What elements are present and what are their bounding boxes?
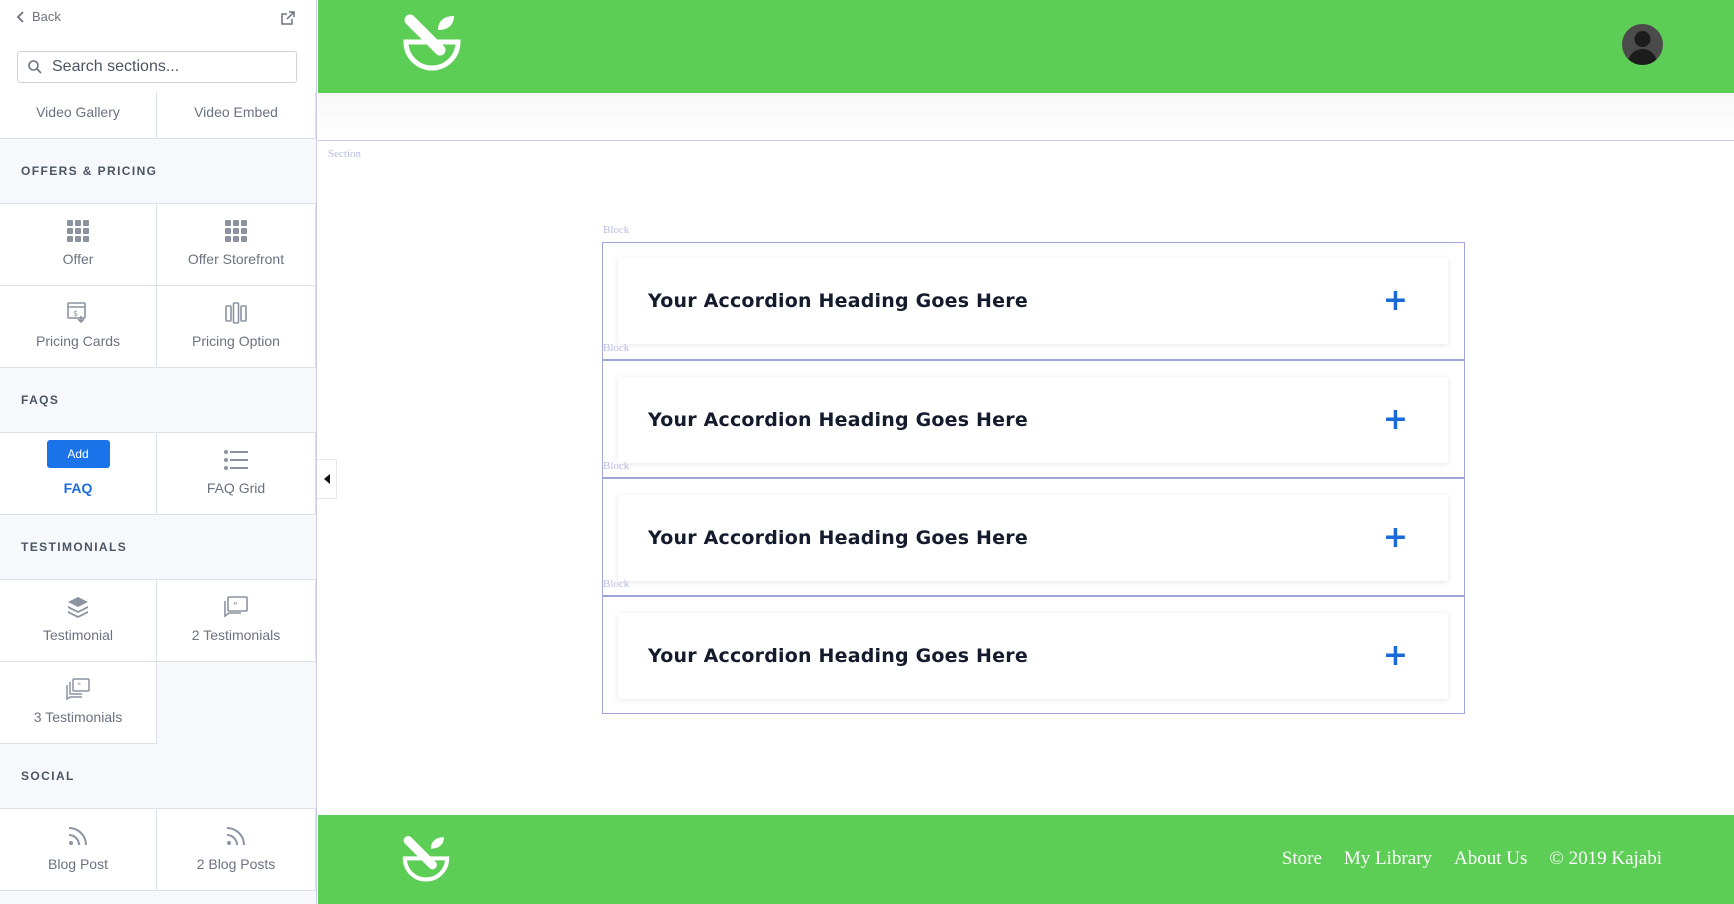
chevron-left-icon [16, 10, 24, 23]
header-spacer [318, 93, 1734, 141]
footer-link-about-us[interactable]: About Us [1454, 848, 1527, 870]
sidebar-item-label: 3 Testimonials [33, 709, 123, 725]
section-tile-testimonial[interactable]: Testimonial [0, 580, 157, 662]
section-tile-offer-storefront[interactable]: Offer Storefront [157, 204, 316, 286]
footer-link-my-library[interactable]: My Library [1344, 848, 1432, 870]
block-outline-label: Block [603, 460, 630, 472]
plus-icon[interactable]: + [1383, 405, 1408, 435]
sidebar-item-label: Video Embed [194, 104, 278, 120]
svg-text:": " [233, 601, 238, 612]
sidebar-item-label: Testimonial [42, 627, 114, 643]
caret-left-icon [323, 474, 330, 484]
accordion-item[interactable]: Your Accordion Heading Goes Here + [618, 258, 1448, 344]
page-preview: Section Block Your Accordion Heading Goe… [318, 0, 1734, 904]
plus-icon[interactable]: + [1383, 286, 1408, 316]
accordion-heading: Your Accordion Heading Goes Here [648, 290, 1028, 312]
plus-icon[interactable]: + [1383, 641, 1408, 671]
grid-icon [224, 219, 248, 243]
svg-text:$: $ [73, 309, 78, 318]
accordion-item[interactable]: Your Accordion Heading Goes Here + [618, 377, 1448, 463]
grid-icon [66, 219, 90, 243]
accordion-heading: Your Accordion Heading Goes Here [648, 409, 1028, 431]
list-icon [224, 448, 248, 472]
search-input[interactable] [52, 58, 282, 76]
accordion-block[interactable]: Your Accordion Heading Goes Here + [602, 478, 1465, 596]
sidebar-item-label: Blog Post [48, 856, 108, 872]
accordion-block[interactable]: Your Accordion Heading Goes Here + [602, 360, 1465, 478]
sidebar-item-label: Pricing Option [192, 333, 280, 349]
section-tile-offer[interactable]: Offer [0, 204, 157, 286]
sidebar-header: Back [0, 0, 316, 92]
sidebar-item-label: 2 Blog Posts [196, 856, 276, 872]
search-icon [28, 60, 42, 74]
accordion-block[interactable]: Your Accordion Heading Goes Here + [602, 596, 1465, 714]
logo-icon[interactable] [400, 12, 464, 76]
accordion-heading: Your Accordion Heading Goes Here [648, 527, 1028, 549]
back-label: Back [32, 9, 61, 24]
section-tile-blog-post[interactable]: Blog Post [0, 809, 157, 891]
section-tile-2-testimonials[interactable]: " 2 Testimonials [157, 580, 316, 662]
section-tile-faq[interactable]: Add FAQ [0, 433, 157, 515]
footer-copyright: © 2019 Kajabi [1549, 848, 1662, 869]
quote-icon: " [224, 595, 248, 619]
sidebar-item-label: 2 Testimonials [191, 627, 281, 643]
rss-icon [224, 824, 248, 848]
layers-icon [66, 595, 90, 619]
sidebar-item-label: Offer Storefront [187, 251, 285, 267]
category-heading-faqs: FAQS [0, 368, 316, 433]
site-header [318, 0, 1734, 93]
external-link-icon[interactable] [280, 10, 296, 26]
quotes-stack-icon: " [66, 677, 90, 701]
svg-text:": " [77, 682, 81, 692]
category-heading-social: SOCIAL [0, 744, 316, 809]
sidebar-item-label: Video Gallery [36, 104, 120, 120]
block-outline-label: Block [603, 578, 630, 590]
add-faq-button[interactable]: Add [46, 440, 110, 468]
empty-tile [157, 662, 316, 744]
sidebar-item-label: FAQ [63, 480, 93, 496]
sidebar-item-label: Pricing Cards [35, 333, 121, 349]
logo-icon[interactable] [400, 834, 452, 886]
site-footer: Store My Library About Us © 2019 Kajabi [318, 815, 1734, 904]
category-heading-testimonials: TESTIMONIALS [0, 515, 316, 580]
plus-icon[interactable]: + [1383, 523, 1408, 553]
section-tile-2-blog-posts[interactable]: 2 Blog Posts [157, 809, 316, 891]
back-link[interactable]: Back [16, 9, 61, 24]
block-outline-label: Block [603, 342, 630, 354]
block-outline-label: Block [603, 224, 630, 236]
sidebar-item-label: FAQ Grid [206, 480, 266, 496]
columns-icon [224, 301, 248, 325]
section-tile-3-testimonials[interactable]: " 3 Testimonials [0, 662, 157, 744]
section-tile-pricing-option[interactable]: Pricing Option [157, 286, 316, 368]
accordion-item[interactable]: Your Accordion Heading Goes Here + [618, 613, 1448, 699]
section-tile-faq-grid[interactable]: FAQ Grid [157, 433, 316, 515]
accordion-item[interactable]: Your Accordion Heading Goes Here + [618, 495, 1448, 581]
section-outline-label: Section [328, 148, 361, 160]
rss-icon [66, 824, 90, 848]
collapse-sidebar-button[interactable] [317, 459, 337, 499]
sidebar-item-label: Offer [62, 251, 94, 267]
section-tile-pricing-cards[interactable]: $ Pricing Cards [0, 286, 157, 368]
avatar[interactable] [1622, 24, 1663, 65]
sections-list[interactable]: Video Gallery Video Embed OFFERS & PRICI… [0, 0, 316, 891]
pricing-card-icon: $ [66, 301, 90, 325]
category-heading-offers: OFFERS & PRICING [0, 139, 316, 204]
footer-link-store[interactable]: Store [1282, 848, 1322, 870]
search-box [17, 51, 297, 83]
accordion-block[interactable]: Your Accordion Heading Goes Here + [602, 242, 1465, 360]
footer-nav: Store My Library About Us © 2019 Kajabi [1282, 848, 1662, 870]
sections-sidebar: Video Gallery Video Embed OFFERS & PRICI… [0, 0, 317, 904]
accordion-heading: Your Accordion Heading Goes Here [648, 645, 1028, 667]
